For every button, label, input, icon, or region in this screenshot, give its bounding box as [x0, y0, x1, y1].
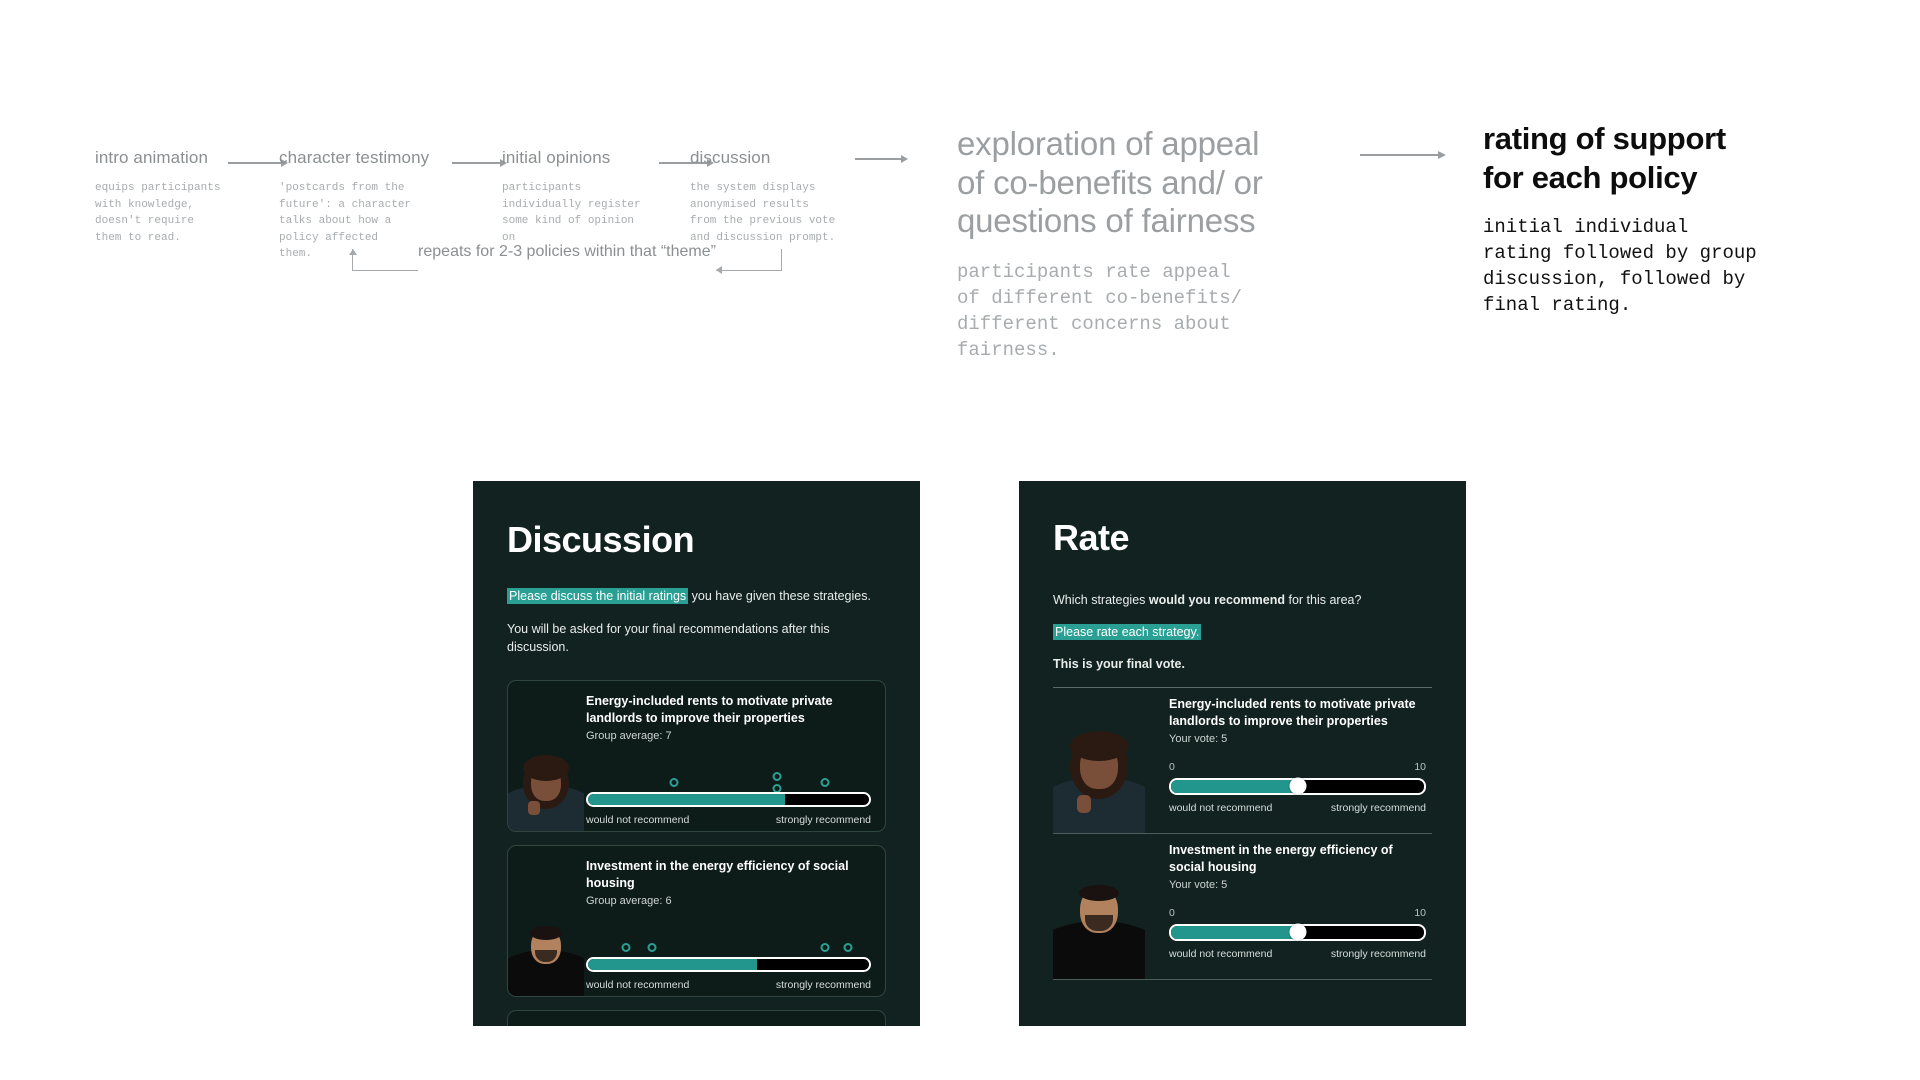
woman-curly-hair-portrait [508, 735, 584, 832]
rating-bar-track [588, 958, 869, 970]
bar-right-label: strongly recommend [775, 813, 871, 826]
strategy-title: Investment in the energy efficiency of s… [586, 859, 849, 890]
rate-question-post: for this area? [1285, 593, 1362, 607]
flow-step-rating-of-support: rating of support for each policy initia… [1483, 120, 1853, 318]
rating-bar [586, 956, 871, 972]
rating-slider-thumb[interactable] [1289, 923, 1306, 941]
flow-step-title: character testimony [279, 148, 430, 167]
rate-row-content: Energy-included rents to motivate privat… [1169, 696, 1426, 814]
strategy-card-content: Investment in the energy efficiency of s… [586, 858, 871, 991]
strategy-card-partial[interactable] [507, 1010, 886, 1026]
rate-screen-mockup: Rate Which strategies would you recommen… [1019, 481, 1466, 1026]
flow-step-description: initial individual rating followed by gr… [1483, 215, 1757, 317]
flow-step-discussion: discussion the system displays anonymise… [690, 148, 850, 246]
bar-right-label: strongly recommend [1330, 801, 1426, 814]
rating-bar-track [588, 793, 869, 805]
rating-slider-fill [1171, 779, 1298, 793]
vote-dot [772, 771, 782, 781]
discussion-intro-highlight: Please discuss the initial ratings [507, 588, 689, 604]
repeat-loop-label: repeats for 2-3 policies within that “th… [410, 243, 724, 261]
rating-slider-fill [1171, 925, 1298, 939]
vote-dots-row [586, 937, 871, 957]
man-beard-portrait [1053, 857, 1145, 980]
repeat-loop-annotation: repeats for 2-3 policies within that “th… [349, 243, 782, 283]
flow-step-intro-animation: intro animation equips participants with… [95, 148, 225, 246]
strategy-title: Investment in the energy efficiency of s… [1169, 843, 1393, 874]
bar-left-label: would not recommend [1169, 947, 1273, 960]
rate-question-pre: Which strategies [1053, 593, 1149, 607]
vote-dot [621, 942, 631, 952]
group-result-slider: would not recommend strongly recommend [586, 937, 871, 991]
rate-question-text: Which strategies would you recommend for… [1053, 591, 1432, 609]
rating-bar-fill [588, 793, 785, 805]
final-vote-note: This is your final vote. [1053, 657, 1185, 672]
woman-curly-hair-portrait [1053, 711, 1145, 834]
rating-bar-fill [588, 958, 757, 970]
flow-step-description: equips participants with knowledge, does… [95, 182, 221, 244]
flow-step-title: initial opinions [502, 148, 611, 167]
scale-min-label: 0 [1169, 760, 1175, 773]
scale-max-label: 10 [1414, 760, 1426, 773]
rate-row[interactable]: Investment in the energy efficiency of s… [1053, 834, 1432, 981]
bar-left-label: would not recommend [586, 813, 690, 826]
flow-arrow-4-icon [855, 154, 908, 164]
scale-min-label: 0 [1169, 906, 1175, 919]
discussion-secondary-text: You will be asked for your final recomme… [507, 622, 830, 655]
page-title: Rate [1053, 517, 1130, 558]
discussion-intro-text: Please discuss the initial ratings you h… [507, 587, 886, 605]
flow-step-title: intro animation [95, 148, 209, 167]
vote-dot [669, 777, 679, 787]
flow-step-title: exploration of appeal of co-benefits and… [957, 125, 1263, 240]
vote-dot [820, 777, 830, 787]
discussion-intro-rest: you have given these strategies. [688, 589, 871, 603]
flow-step-description: the system displays anonymised results f… [690, 182, 836, 244]
group-average-label: Group average: 7 [586, 729, 672, 742]
bar-left-label: would not recommend [586, 978, 690, 991]
rate-row-content: Investment in the energy efficiency of s… [1169, 842, 1426, 960]
rating-slider-thumb[interactable] [1289, 777, 1306, 795]
vote-dot [843, 942, 853, 952]
strategy-title: Energy-included rents to motivate privat… [1169, 697, 1416, 728]
rating-slider[interactable] [1169, 923, 1426, 941]
process-flow-diagram: intro animation equips participants with… [0, 0, 1920, 420]
rating-slider[interactable] [1169, 777, 1426, 795]
bar-left-label: would not recommend [1169, 801, 1273, 814]
strategy-title: Energy-included rents to motivate privat… [586, 694, 833, 725]
your-vote-label: Your vote: 5 [1169, 732, 1228, 745]
scale-max-label: 10 [1414, 906, 1426, 919]
man-beard-portrait [508, 900, 584, 997]
rate-row[interactable]: Energy-included rents to motivate privat… [1053, 688, 1432, 835]
strategy-card[interactable]: Investment in the energy efficiency of s… [507, 845, 886, 998]
flow-step-description: participants rate appeal of different co… [957, 260, 1243, 362]
your-vote-label: Your vote: 5 [1169, 878, 1228, 891]
strategy-card-content: Energy-included rents to motivate privat… [586, 693, 871, 826]
flow-step-title: discussion [690, 148, 771, 167]
vote-dot [647, 942, 657, 952]
strategy-card[interactable]: Energy-included rents to motivate privat… [507, 680, 886, 833]
flow-arrow-2-icon [452, 158, 507, 168]
flow-step-title: rating of support for each policy [1483, 121, 1726, 195]
rate-instruction-text: Please rate each strategy. [1053, 623, 1432, 641]
rate-instruction-highlight: Please rate each strategy. [1053, 624, 1202, 641]
page-title: Discussion [507, 519, 695, 560]
vote-dots-row [586, 771, 871, 793]
flow-arrow-5-icon [1360, 150, 1446, 160]
group-average-label: Group average: 6 [586, 894, 672, 907]
group-result-slider: would not recommend strongly recommend [586, 771, 871, 826]
bar-right-label: strongly recommend [1330, 947, 1426, 960]
bar-right-label: strongly recommend [775, 978, 871, 991]
rate-question-bold: would you recommend [1148, 593, 1286, 607]
vote-dot [820, 942, 830, 952]
flow-step-exploration-of-appeal: exploration of appeal of co-benefits and… [957, 125, 1327, 364]
discussion-screen-mockup: Discussion Please discuss the initial ra… [473, 481, 920, 1026]
rating-bar [586, 791, 871, 807]
